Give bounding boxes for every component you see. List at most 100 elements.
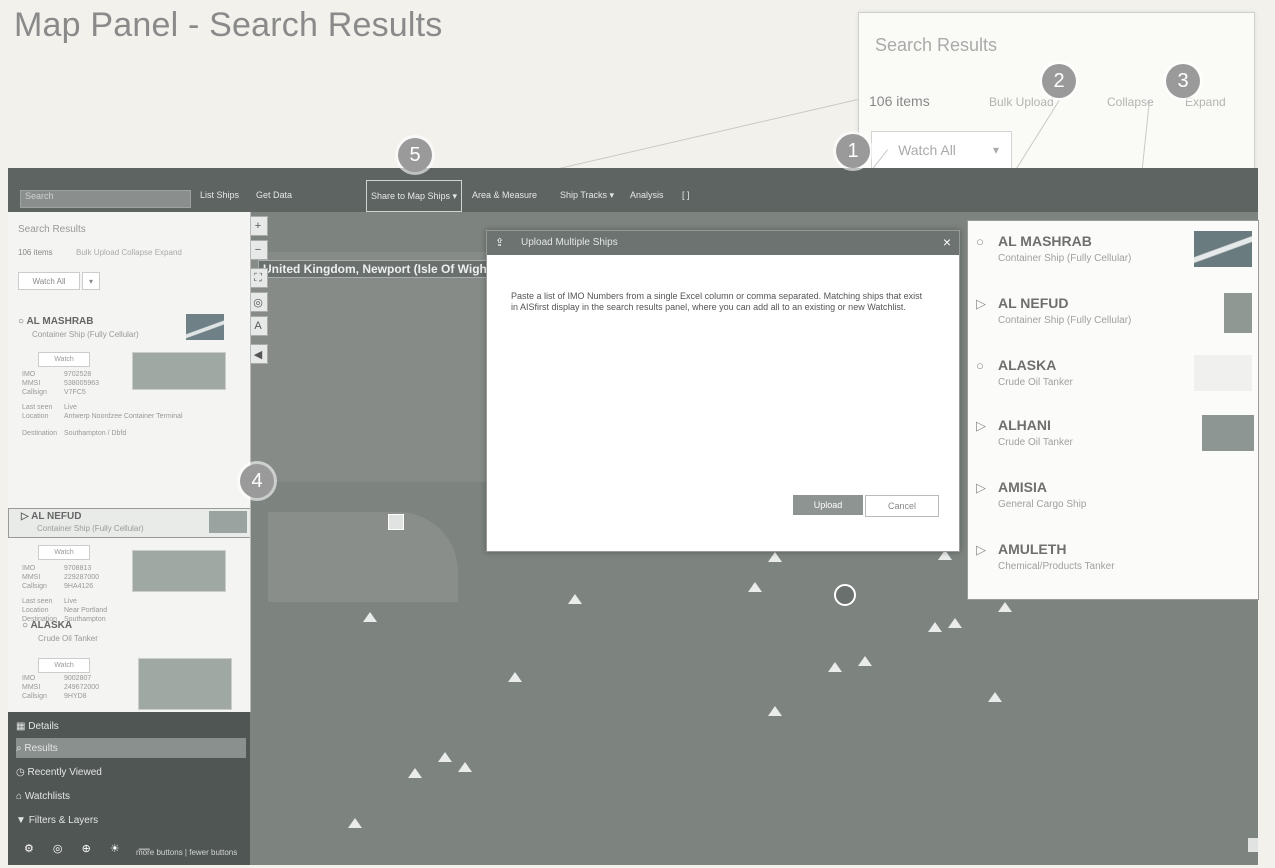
ship-details: IMO 9702528 MMSI 538005963 Callsign V7FC5 L… (22, 371, 183, 437)
location-label: United Kingdom, Newport (Isle Of Wight) (258, 260, 500, 278)
ship-marker[interactable] (858, 656, 872, 666)
left-search-results-panel: Search Results 106 items Bulk Upload Col… (8, 212, 251, 712)
ship-marker[interactable] (768, 552, 782, 562)
ship-photo (132, 550, 226, 592)
ship-marker[interactable] (828, 662, 842, 672)
flag-icon (1224, 293, 1252, 333)
toolbar-ship-tracks[interactable]: Ship Tracks ▾ (560, 190, 614, 201)
ship-name[interactable]: ALHANI (998, 417, 1051, 433)
ship-marker[interactable] (363, 612, 377, 622)
callout-badge-2: 2 (1042, 64, 1076, 98)
watch-all-dropdown[interactable]: ▾ (981, 131, 1012, 169)
toolbar-share-to-map[interactable]: Share to Map Ships ▾ (366, 180, 463, 212)
locate-icon[interactable]: ◎ (248, 292, 268, 312)
collapse-link[interactable]: Collapse (1107, 95, 1154, 109)
ship-name[interactable]: ○ ALASKA (22, 620, 72, 631)
result-item[interactable]: ▷ AL NEFUD Container Ship (Fully Cellula… (976, 289, 1252, 349)
ship-marker[interactable] (768, 706, 782, 716)
ship-type: Container Ship (Fully Cellular) (37, 524, 144, 533)
ship-marker[interactable] (988, 692, 1002, 702)
moving-ship-icon: ▷ (976, 296, 986, 311)
ship-name[interactable]: ○ AL MASHRAB (18, 316, 94, 327)
results-list-callout: ○ AL MASHRAB Container Ship (Fully Cellu… (967, 220, 1259, 600)
nav-details[interactable]: ▦ Details (16, 716, 246, 736)
ship-marker[interactable] (408, 768, 422, 778)
clock-icon: ◷ (16, 766, 28, 778)
ship-marker[interactable] (348, 818, 362, 828)
panel-links[interactable]: Bulk Upload Collapse Expand (76, 248, 182, 257)
status-circle-icon: ○ (976, 358, 984, 373)
nav-recently-viewed[interactable]: ◷ Recently Viewed (16, 762, 246, 782)
ship-type: Crude Oil Tanker (998, 377, 1073, 388)
layer-a-icon[interactable]: A (248, 316, 268, 336)
selected-ship-marker[interactable] (834, 584, 856, 606)
bulk-upload-link[interactable]: Bulk Upload (989, 95, 1054, 109)
ship-marker[interactable] (508, 672, 522, 682)
ship-name[interactable]: AMULETH (998, 541, 1066, 557)
panel-toggle-icon[interactable]: ◀ (248, 344, 268, 364)
status-circle-icon: ○ (976, 234, 984, 249)
watch-button[interactable]: Watch (38, 352, 90, 367)
ship-type: General Cargo Ship (998, 499, 1087, 510)
result-item[interactable]: ▷ ALHANI Crude Oil Tanker (976, 411, 1254, 471)
toolbar-analysis[interactable]: Analysis (630, 190, 664, 200)
ship-name[interactable]: AL MASHRAB (998, 233, 1092, 249)
ship-details: IMO 9002807 MMSI 249672000 Callsign 9HYD8 (22, 675, 100, 700)
upload-button[interactable]: Upload (793, 495, 863, 515)
moving-ship-icon: ▷ (976, 542, 986, 557)
modal-instructions: Paste a list of IMO Numbers from a singl… (511, 291, 923, 312)
callout-badge-4: 4 (240, 464, 274, 498)
ship-marker[interactable] (748, 582, 762, 592)
panel-title: Search Results (18, 224, 86, 235)
flag-icon (209, 511, 247, 533)
close-icon[interactable]: × (943, 234, 951, 250)
modal-header: ⇪ Upload Multiple Ships × (487, 231, 959, 255)
result-item[interactable]: ▷ AMULETH Chemical/Products Tanker (976, 535, 1246, 595)
nav-results[interactable]: ⌕ Results (16, 738, 246, 758)
ship-marker[interactable] (438, 752, 452, 762)
result-item[interactable]: ○ ALASKA Crude Oil Tanker (976, 351, 1252, 411)
ship-marker[interactable] (458, 762, 472, 772)
zoom-panel-title: Search Results (875, 35, 998, 55)
zoom-out-icon[interactable]: − (248, 240, 268, 260)
callout-badge-1: 1 (836, 134, 870, 168)
expand-link[interactable]: Expand (1185, 95, 1226, 109)
ship-name[interactable]: ▷ AL NEFUD (21, 511, 81, 522)
watch-all-dropdown[interactable]: ▾ (82, 272, 100, 290)
ship-marker[interactable] (998, 602, 1012, 612)
ship-name[interactable]: ALASKA (998, 357, 1056, 373)
ship-search-input[interactable]: Search (20, 190, 191, 208)
ship-marker[interactable] (568, 594, 582, 604)
toolbar-get-data[interactable]: Get Data (256, 190, 292, 200)
port-marker[interactable] (388, 514, 404, 530)
ship-type: Container Ship (Fully Cellular) (32, 330, 139, 339)
nav-watchlists[interactable]: ⌂ Watchlists (16, 786, 246, 806)
toolbar-list-ships[interactable]: List Ships (200, 190, 239, 200)
callout-badge-3: 3 (1166, 64, 1200, 98)
details-icon: ▦ (16, 720, 29, 732)
cancel-button[interactable]: Cancel (865, 495, 939, 517)
selected-result-row[interactable]: ▷ AL NEFUD Container Ship (Fully Cellula… (8, 508, 250, 538)
watch-button[interactable]: Watch (38, 545, 90, 560)
ship-name[interactable]: AMISIA (998, 479, 1047, 495)
fit-bounds-icon[interactable]: ⛶ (248, 268, 268, 288)
watch-all-button[interactable]: Watch All (18, 272, 80, 290)
ship-type: Container Ship (Fully Cellular) (998, 315, 1132, 326)
zoom-in-icon[interactable]: + (248, 216, 268, 236)
ship-marker[interactable] (928, 622, 942, 632)
ship-details: IMO 9708813 MMSI 229287000 Callsign 9HA4126… (22, 565, 108, 623)
ship-type: Container Ship (Fully Cellular) (998, 253, 1132, 264)
more-fewer-buttons-link[interactable]: more buttons | fewer buttons (136, 848, 237, 857)
fullscreen-icon[interactable]: [ ] (682, 190, 690, 200)
result-item[interactable]: ○ AL MASHRAB Container Ship (Fully Cellu… (976, 227, 1252, 287)
result-item[interactable]: ▷ AMISIA General Cargo Ship (976, 473, 1246, 533)
search-results-zoom-callout: Search Results 106 items Bulk Upload Col… (858, 12, 1255, 186)
ship-marker[interactable] (948, 618, 962, 628)
flag-icon (1194, 355, 1252, 391)
flag-icon (1194, 231, 1252, 267)
ship-name[interactable]: AL NEFUD (998, 295, 1069, 311)
search-icon: ⌕ (16, 742, 25, 754)
toolbar-area-measure[interactable]: Area & Measure (472, 190, 537, 200)
watch-button[interactable]: Watch (38, 658, 90, 673)
nav-filters-layers[interactable]: ▼ Filters & Layers (16, 810, 246, 830)
